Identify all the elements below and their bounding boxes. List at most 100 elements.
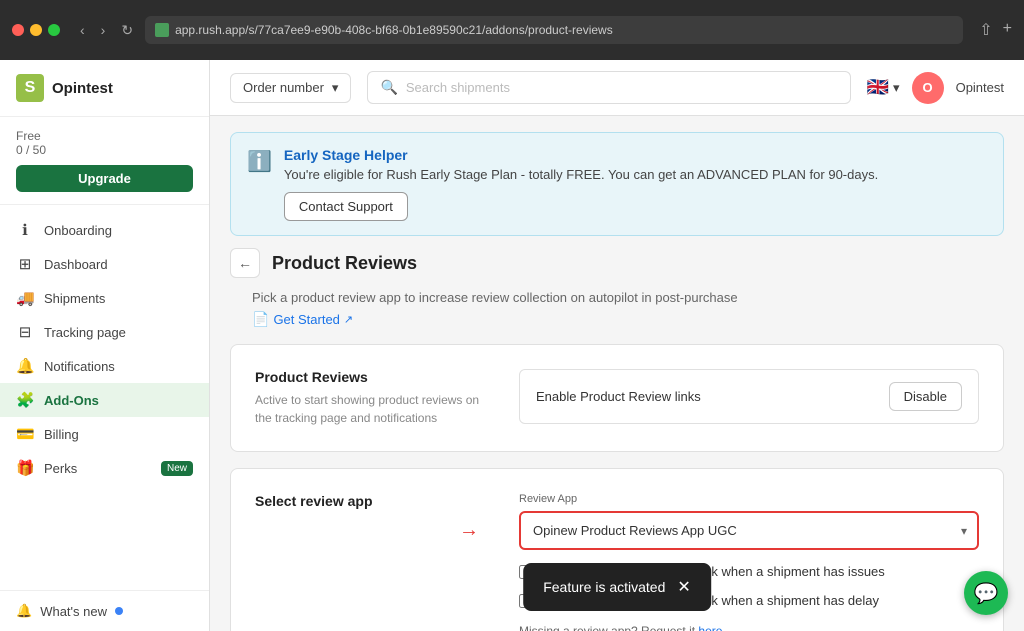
user-name: Opintest: [956, 80, 1004, 95]
chat-icon: 💬: [974, 581, 999, 606]
sidebar-item-dashboard[interactable]: ⊞ Dashboard: [0, 247, 209, 281]
order-dropdown-label: Order number: [243, 80, 324, 95]
user-avatar: O: [912, 72, 944, 104]
lang-selector[interactable]: 🇬🇧 ▾: [867, 77, 900, 98]
card-right: Enable Product Review links Disable: [519, 369, 979, 424]
card-label: Product Reviews: [255, 369, 495, 385]
page-title: Product Reviews: [272, 253, 417, 274]
sidebar-item-perks[interactable]: 🎁 Perks New: [0, 451, 209, 485]
review-app-label: Review App: [519, 493, 979, 505]
missing-app-prefix: Missing a review app? Request it: [519, 624, 698, 631]
banner-title: Early Stage Helper: [284, 147, 987, 163]
toast-close-button[interactable]: ✕: [677, 577, 690, 597]
whats-new-dot: [115, 607, 123, 615]
chevron-down-icon: ▾: [893, 80, 900, 96]
shopify-icon: S: [16, 74, 44, 102]
plan-label: Free: [16, 129, 193, 143]
url-text: app.rush.app/s/77ca7ee9-e90b-408c-bf68-0…: [175, 23, 613, 37]
contact-support-button[interactable]: Contact Support: [284, 192, 408, 221]
upgrade-button[interactable]: Upgrade: [16, 165, 193, 192]
main-content: Order number ▾ 🔍 Search shipments 🇬🇧 ▾ O…: [210, 60, 1024, 631]
minimize-traffic-light[interactable]: [30, 24, 42, 36]
new-badge: New: [161, 461, 193, 476]
sidebar-item-label: Onboarding: [44, 223, 112, 238]
plan-section: Free 0 / 50 Upgrade: [0, 117, 209, 205]
page-body: ℹ️ Early Stage Helper You're eligible fo…: [210, 116, 1024, 631]
sidebar-item-label: Dashboard: [44, 257, 108, 272]
browser-chrome: ‹ › ↻ app.rush.app/s/77ca7ee9-e90b-408c-…: [0, 0, 1024, 60]
traffic-lights: [12, 24, 60, 36]
back-button[interactable]: ←: [230, 248, 260, 278]
search-bar[interactable]: 🔍 Search shipments: [367, 71, 850, 104]
share-icon[interactable]: ⇧: [979, 20, 992, 40]
sidebar-item-shipments[interactable]: 🚚 Shipments: [0, 281, 209, 315]
arrow-indicator: →: [459, 519, 479, 542]
external-link-icon: ↗: [344, 313, 353, 326]
forward-nav-button[interactable]: ›: [97, 20, 110, 41]
doc-icon: 📄: [252, 311, 269, 328]
review-app-select-wrapper: → Opinew Product Reviews App UGC Yotpo S…: [519, 511, 979, 550]
addons-icon: 🧩: [16, 391, 34, 409]
notifications-icon: 🔔: [16, 357, 34, 375]
get-started-label: Get Started: [273, 312, 339, 327]
section-header: ← Product Reviews: [230, 248, 1004, 278]
sidebar-footer[interactable]: 🔔 What's new: [0, 590, 209, 631]
bell-icon: 🔔: [16, 603, 32, 619]
order-dropdown[interactable]: Order number ▾: [230, 73, 351, 103]
sidebar-item-billing[interactable]: 💳 Billing: [0, 417, 209, 451]
browser-nav: ‹ › ↻: [76, 20, 137, 41]
sidebar-item-notifications[interactable]: 🔔 Notifications: [0, 349, 209, 383]
app-container: S Opintest Free 0 / 50 Upgrade ℹ Onboard…: [0, 60, 1024, 631]
card-row: Product Reviews Active to start showing …: [255, 369, 979, 427]
missing-app-text: Missing a review app? Request it here: [519, 624, 979, 631]
refresh-nav-button[interactable]: ↻: [117, 20, 137, 41]
sidebar-brand: Opintest: [52, 80, 113, 97]
user-initial: O: [923, 80, 933, 95]
banner-content: Early Stage Helper You're eligible for R…: [284, 147, 987, 221]
sidebar-item-label: Tracking page: [44, 325, 126, 340]
whats-new-label: What's new: [40, 604, 107, 619]
banner-text: You're eligible for Rush Early Stage Pla…: [284, 167, 987, 182]
sidebar-item-onboarding[interactable]: ℹ Onboarding: [0, 213, 209, 247]
toast-text: Feature is activated: [543, 579, 665, 595]
add-tab-icon[interactable]: +: [1003, 20, 1012, 40]
info-icon: ℹ️: [247, 149, 272, 174]
sidebar-item-add-ons[interactable]: 🧩 Add-Ons: [0, 383, 209, 417]
select-app-label: Select review app: [255, 493, 495, 509]
address-bar[interactable]: app.rush.app/s/77ca7ee9-e90b-408c-bf68-0…: [145, 16, 963, 44]
sidebar: S Opintest Free 0 / 50 Upgrade ℹ Onboard…: [0, 60, 210, 631]
tracking-icon: ⊟: [16, 323, 34, 341]
sidebar-header: S Opintest: [0, 60, 209, 117]
review-app-select[interactable]: Opinew Product Reviews App UGC Yotpo Sta…: [519, 511, 979, 550]
browser-actions: ⇧ +: [979, 20, 1012, 40]
early-stage-banner: ℹ️ Early Stage Helper You're eligible fo…: [230, 132, 1004, 236]
card-left: Product Reviews Active to start showing …: [255, 369, 495, 427]
sidebar-item-label: Billing: [44, 427, 79, 442]
disable-button[interactable]: Disable: [889, 382, 962, 411]
sidebar-item-label: Perks: [44, 461, 77, 476]
search-icon: 🔍: [380, 79, 397, 96]
fullscreen-traffic-light[interactable]: [48, 24, 60, 36]
nav-items: ℹ Onboarding ⊞ Dashboard 🚚 Shipments ⊟ T…: [0, 205, 209, 590]
sidebar-item-tracking-page[interactable]: ⊟ Tracking page: [0, 315, 209, 349]
search-placeholder: Search shipments: [406, 80, 510, 95]
close-traffic-light[interactable]: [12, 24, 24, 36]
missing-app-link[interactable]: here: [698, 624, 722, 631]
sidebar-item-label: Add-Ons: [44, 393, 99, 408]
favicon: [155, 23, 169, 37]
enable-text: Enable Product Review links: [536, 389, 701, 404]
chat-bubble[interactable]: 💬: [964, 571, 1008, 615]
back-arrow-icon: ←: [238, 255, 252, 271]
perks-icon: 🎁: [16, 459, 34, 477]
topbar: Order number ▾ 🔍 Search shipments 🇬🇧 ▾ O…: [210, 60, 1024, 116]
select-app-left: Select review app: [255, 493, 495, 515]
page-subtitle: Pick a product review app to increase re…: [252, 290, 1024, 305]
get-started-link[interactable]: 📄 Get Started ↗: [252, 311, 1024, 328]
feature-activated-toast: Feature is activated ✕: [523, 563, 711, 611]
back-nav-button[interactable]: ‹: [76, 20, 89, 41]
shipments-icon: 🚚: [16, 289, 34, 307]
sidebar-item-label: Shipments: [44, 291, 105, 306]
topbar-right: 🇬🇧 ▾ O Opintest: [867, 72, 1004, 104]
enable-row: Enable Product Review links Disable: [519, 369, 979, 424]
chevron-down-icon: ▾: [332, 80, 339, 96]
